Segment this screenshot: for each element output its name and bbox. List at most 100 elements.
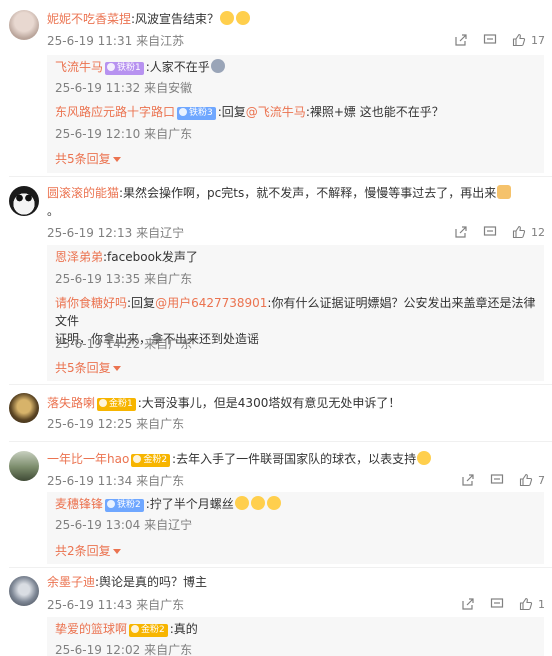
reply-meta: 25-6-19 11:32 来自安徽 bbox=[55, 81, 193, 95]
share-button[interactable] bbox=[461, 597, 475, 611]
divider bbox=[9, 384, 552, 385]
emoji-icon bbox=[220, 11, 235, 25]
reply-username[interactable]: 挚爱的篮球啊 bbox=[55, 622, 127, 636]
fan-badge: 铁粉3 bbox=[177, 107, 216, 120]
like-button[interactable]: 12 bbox=[512, 225, 545, 239]
comment-username[interactable]: 余墨子迪 bbox=[47, 575, 95, 589]
reply-username[interactable]: 恩泽弟弟 bbox=[55, 250, 103, 264]
emoji-icon bbox=[210, 59, 225, 73]
fan-badge: 金粉1 bbox=[97, 398, 136, 411]
emoji-icon bbox=[417, 451, 432, 465]
comment-button[interactable] bbox=[490, 597, 504, 611]
like-button[interactable]: 17 bbox=[512, 33, 545, 47]
thumbs-up-icon bbox=[519, 473, 533, 487]
divider bbox=[9, 176, 552, 177]
fan-badge: 金粉2 bbox=[129, 624, 168, 637]
emoji-icon bbox=[234, 496, 249, 510]
avatar[interactable] bbox=[9, 393, 39, 423]
comment-meta: 25-6-19 11:43 来自广东 bbox=[47, 596, 184, 613]
divider bbox=[9, 441, 552, 442]
more-replies-link[interactable]: 共2条回复 bbox=[55, 542, 121, 559]
comment-location: 来自广东 bbox=[136, 417, 185, 431]
reply-text: :人家不在乎 bbox=[145, 60, 210, 74]
reply-username[interactable]: 东风路应元路十字路口 bbox=[55, 105, 175, 119]
comment-button[interactable] bbox=[483, 33, 497, 47]
avatar[interactable] bbox=[9, 10, 39, 40]
comment-button[interactable] bbox=[490, 473, 504, 487]
comment-time: 25-6-19 12:13 bbox=[47, 226, 133, 240]
like-count: 1 bbox=[538, 597, 545, 611]
caret-down-icon bbox=[112, 366, 121, 371]
comment-meta: 25-6-19 12:25 来自广东 bbox=[47, 415, 184, 432]
like-count: 12 bbox=[531, 225, 545, 239]
emoji-icon bbox=[266, 496, 281, 510]
share-icon bbox=[462, 598, 474, 610]
divider bbox=[9, 567, 552, 568]
like-count: 17 bbox=[531, 33, 545, 47]
avatar[interactable] bbox=[9, 451, 39, 481]
more-replies-link[interactable]: 共5条回复 bbox=[55, 359, 121, 376]
diamond-icon bbox=[107, 500, 116, 508]
thumbs-up-icon bbox=[512, 225, 526, 239]
comment-icon bbox=[490, 598, 504, 608]
comment-username[interactable]: 妮妮不吃香菜捏 bbox=[47, 12, 131, 26]
fan-badge: 铁粉1 bbox=[105, 62, 144, 75]
more-replies-link[interactable]: 共5条回复 bbox=[55, 150, 121, 167]
reply-meta: 25-6-19 13:04 来自辽宁 bbox=[55, 518, 193, 532]
avatar[interactable] bbox=[9, 576, 39, 606]
comment-location: 来自广东 bbox=[136, 598, 185, 612]
like-button[interactable]: 7 bbox=[519, 473, 545, 487]
crown-icon bbox=[131, 625, 140, 633]
reply-meta: 25-6-19 12:02 来自广东 bbox=[55, 643, 193, 656]
comment-meta: 25-6-19 11:31 来自江苏 bbox=[47, 32, 184, 49]
reply-item: 挚爱的篮球啊 金粉2:真的 bbox=[55, 620, 536, 638]
comment-text: :果然会操作啊，pc完ts，就不发声，不解释，慢慢等事过去了，再出来 bbox=[119, 186, 497, 200]
comment-username[interactable]: 一年比一年hao bbox=[47, 452, 129, 466]
comment-meta: 25-6-19 12:13 来自辽宁 bbox=[47, 224, 184, 241]
emoji-icon bbox=[250, 496, 265, 510]
reply-item: 东风路应元路十字路口 铁粉3:回复@飞流牛马:裸照+嫖 这也能不在乎？ bbox=[55, 105, 444, 120]
comment-button[interactable] bbox=[483, 225, 497, 239]
comment-icon bbox=[483, 226, 497, 236]
emoji-icon bbox=[236, 11, 251, 25]
mention-link[interactable]: @用户6427738901 bbox=[155, 296, 267, 310]
comment-icon bbox=[490, 474, 504, 484]
crown-icon bbox=[99, 399, 108, 407]
reply-text: :裸照+嫖 这也能不在乎？ bbox=[305, 105, 444, 119]
comment-actions: 7 bbox=[446, 472, 545, 488]
like-button[interactable]: 1 bbox=[519, 597, 545, 611]
reply-list: 麦穗锋锋 铁粉2:拧了半个月螺丝 25-6-19 13:04 来自辽宁 共2条回复 bbox=[47, 492, 544, 564]
reply-item: 飞流牛马 铁粉1:人家不在乎 bbox=[55, 58, 536, 76]
comment-username[interactable]: 落失路喇 bbox=[47, 396, 95, 410]
comment-time: 25-6-19 11:31 bbox=[47, 34, 133, 48]
comment-time: 25-6-19 12:25 bbox=[47, 417, 133, 431]
crown-icon bbox=[133, 455, 142, 463]
reply-username[interactable]: 麦穗锋锋 bbox=[55, 497, 103, 511]
share-button[interactable] bbox=[461, 473, 475, 487]
share-button[interactable] bbox=[454, 33, 468, 47]
reply-list: 恩泽弟弟:facebook发声了 25-6-19 13:35 来自广东 请你食糖… bbox=[47, 245, 544, 381]
reply-text: :真的 bbox=[169, 622, 198, 636]
reply-item: 麦穗锋锋 铁粉2:拧了半个月螺丝 bbox=[55, 495, 536, 513]
thumbs-up-emoji-icon bbox=[497, 185, 512, 199]
comment-text: :舆论是真的吗？博主 bbox=[95, 575, 208, 589]
comment-text: :去年入手了一件联哥国家队的球衣，以表支持 bbox=[172, 452, 417, 466]
share-icon bbox=[462, 474, 474, 486]
diamond-icon bbox=[107, 63, 116, 71]
comment-text: :风波宣告结束？ bbox=[131, 12, 220, 26]
comment-location: 来自江苏 bbox=[136, 34, 185, 48]
reply-username[interactable]: 飞流牛马 bbox=[55, 60, 103, 74]
reply-username[interactable]: 请你食糖好吗 bbox=[55, 296, 127, 310]
comment-username[interactable]: 圆滚滚的能猫 bbox=[47, 186, 119, 200]
share-button[interactable] bbox=[454, 225, 468, 239]
mention-link[interactable]: @飞流牛马 bbox=[246, 105, 306, 119]
reply-text: :facebook发声了 bbox=[103, 250, 198, 264]
reply-text: :拧了半个月螺丝 bbox=[145, 497, 234, 511]
caret-down-icon bbox=[112, 157, 121, 162]
thumbs-up-icon bbox=[512, 33, 526, 47]
comment-actions: 17 bbox=[439, 32, 545, 48]
reply-meta: 25-6-19 12:10 来自广东 bbox=[55, 127, 193, 141]
caret-down-icon bbox=[112, 549, 121, 554]
avatar[interactable] bbox=[9, 186, 39, 216]
reply-list: 挚爱的篮球啊 金粉2:真的 25-6-19 12:02 来自广东 bbox=[47, 617, 544, 656]
